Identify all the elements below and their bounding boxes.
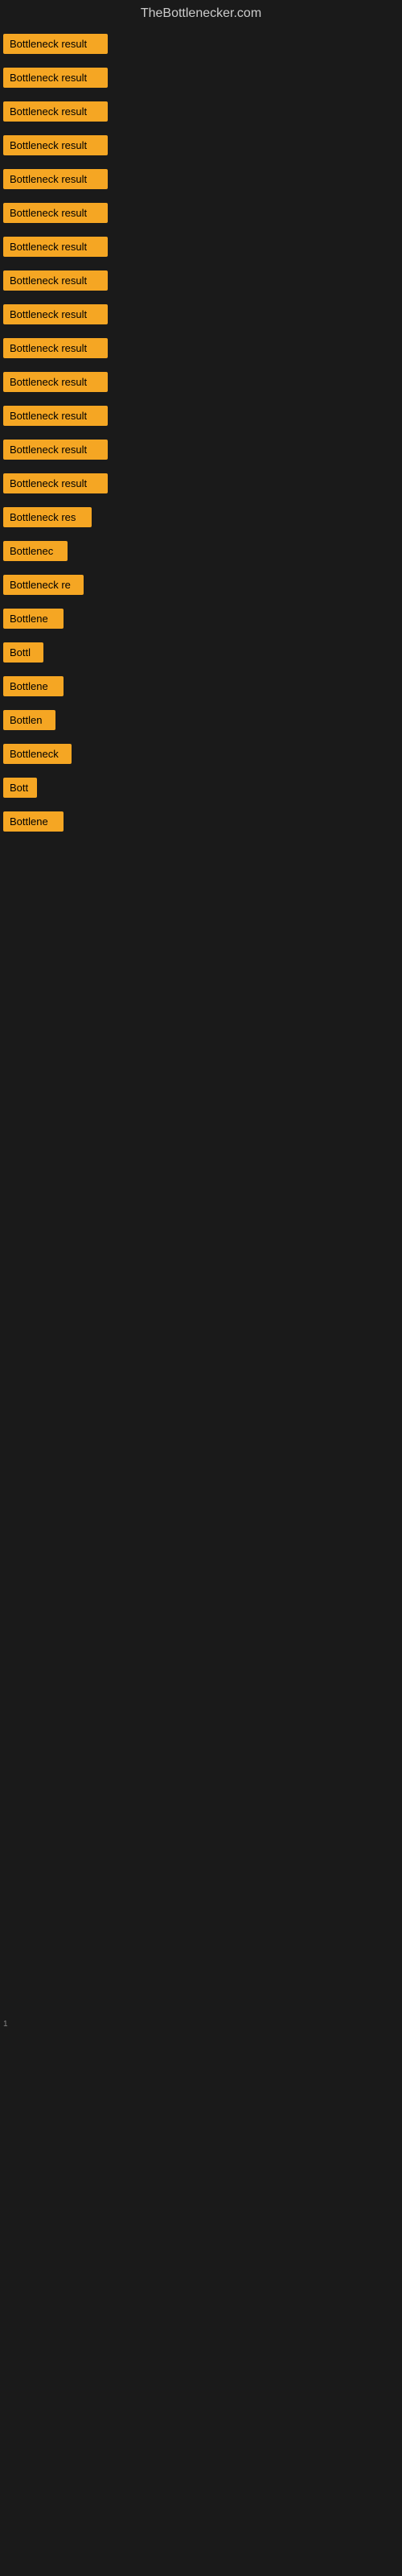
list-item: Bottleneck result — [3, 436, 399, 467]
bottleneck-badge[interactable]: Bottlene — [3, 609, 64, 629]
list-item: Bottleneck result — [3, 166, 399, 196]
list-item: Bottleneck result — [3, 267, 399, 298]
bottleneck-badge[interactable]: Bottleneck result — [3, 406, 108, 426]
bottleneck-badge[interactable]: Bottleneck result — [3, 237, 108, 257]
bottleneck-badge[interactable]: Bottleneck result — [3, 473, 108, 493]
bottleneck-badge[interactable]: Bottleneck — [3, 744, 72, 764]
list-item: Bottleneck result — [3, 98, 399, 129]
bottleneck-badge[interactable]: Bottleneck result — [3, 169, 108, 189]
site-title: TheBottlenecker.com — [0, 0, 402, 31]
list-item: Bottleneck result — [3, 233, 399, 264]
bottleneck-badge[interactable]: Bottleneck result — [3, 203, 108, 223]
site-title-bar: TheBottlenecker.com — [0, 0, 402, 31]
list-item: Bottlen — [3, 707, 399, 737]
list-item: Bottleneck result — [3, 31, 399, 61]
bottleneck-badge[interactable]: Bottleneck result — [3, 304, 108, 324]
bottleneck-badge[interactable]: Bottleneck result — [3, 372, 108, 392]
list-item: Bottlene — [3, 605, 399, 636]
bottleneck-badge[interactable]: Bottleneck result — [3, 135, 108, 155]
bottleneck-badge[interactable]: Bottlene — [3, 811, 64, 832]
bottleneck-badge[interactable]: Bottleneck result — [3, 34, 108, 54]
bottleneck-badge[interactable]: Bottleneck result — [3, 68, 108, 88]
list-item: Bottleneck result — [3, 132, 399, 163]
footer-label: 1 — [3, 2020, 8, 2029]
list-item: Bott — [3, 774, 399, 805]
list-item: Bottleneck — [3, 741, 399, 771]
bottleneck-badge[interactable]: Bottl — [3, 642, 43, 663]
bottleneck-badge[interactable]: Bottlen — [3, 710, 55, 730]
bottleneck-badge[interactable]: Bottlene — [3, 676, 64, 696]
list-item: Bottleneck result — [3, 200, 399, 230]
list-item: Bottleneck result — [3, 470, 399, 501]
bottleneck-badge[interactable]: Bottleneck result — [3, 270, 108, 291]
list-item: Bottleneck result — [3, 64, 399, 95]
list-item: Bottleneck result — [3, 335, 399, 365]
bottleneck-badge[interactable]: Bott — [3, 778, 37, 798]
list-item: Bottlene — [3, 673, 399, 704]
list-item: Bottlenec — [3, 538, 399, 568]
list-item: Bottleneck result — [3, 369, 399, 399]
bottleneck-badge[interactable]: Bottleneck result — [3, 338, 108, 358]
list-item: Bottleneck result — [3, 301, 399, 332]
list-item: Bottlene — [3, 808, 399, 839]
list-item: Bottleneck res — [3, 504, 399, 535]
bottleneck-badge[interactable]: Bottlenec — [3, 541, 68, 561]
list-item: Bottleneck result — [3, 402, 399, 433]
bottleneck-badge[interactable]: Bottleneck re — [3, 575, 84, 595]
bottleneck-badge[interactable]: Bottleneck res — [3, 507, 92, 527]
list-item: Bottleneck re — [3, 572, 399, 602]
bottleneck-list: Bottleneck result Bottleneck result Bottle… — [0, 31, 402, 839]
list-item: Bottl — [3, 639, 399, 670]
bottleneck-badge[interactable]: Bottleneck result — [3, 440, 108, 460]
bottleneck-badge[interactable]: Bottleneck result — [3, 101, 108, 122]
